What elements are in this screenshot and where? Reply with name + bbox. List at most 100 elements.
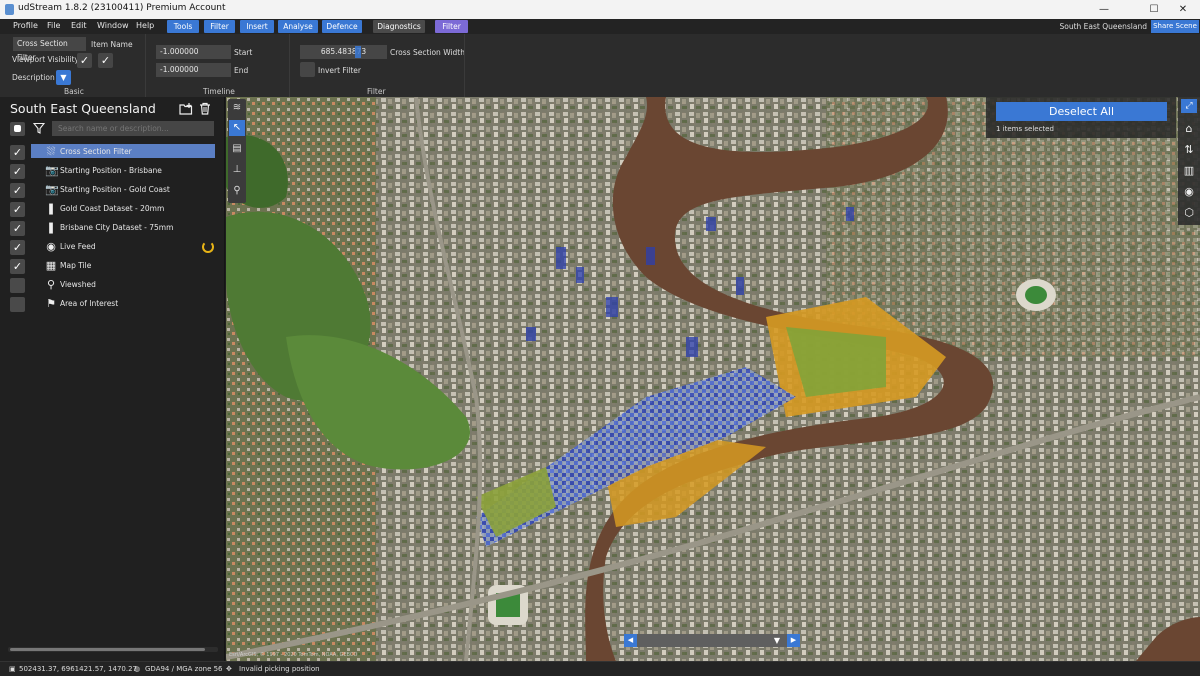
visibility-checkbox[interactable]: ✓: [10, 221, 25, 236]
map-book-icon[interactable]: ▥: [1181, 163, 1197, 179]
check-icon: ✓: [12, 146, 23, 159]
selected-count: 1 items selected: [996, 125, 1054, 133]
visibility-checkbox[interactable]: ✓: [10, 240, 25, 255]
menu-profile[interactable]: Profile: [13, 21, 38, 30]
tab-tools[interactable]: Tools: [167, 20, 199, 33]
visibility-checkbox[interactable]: ✓: [10, 145, 25, 160]
cross-section-width-slider[interactable]: 685.483873: [300, 45, 387, 59]
scene-item[interactable]: ⚑ Area of Interest: [0, 295, 225, 314]
cube-icon[interactable]: ⬡: [1181, 205, 1197, 221]
status-bar: ▣ 502431.37, 6961421.57, 1470.27 ◍ GDA94…: [0, 661, 1200, 676]
description-dropdown-button[interactable]: ▼: [56, 70, 71, 85]
globe-icon: ◍: [134, 665, 141, 673]
menu-window[interactable]: Window: [97, 21, 129, 30]
menu-help[interactable]: Help: [136, 21, 154, 30]
select-all-toggle[interactable]: [10, 122, 25, 136]
tab-filter[interactable]: Filter: [204, 20, 235, 33]
basic-group-label: Basic: [64, 87, 84, 96]
measure-icon[interactable]: ⇅: [1181, 142, 1197, 158]
invert-filter-checkbox[interactable]: [300, 62, 315, 77]
pointcloud-icon: ❚: [46, 202, 56, 215]
picking-status: Invalid picking position: [239, 665, 320, 673]
timeline-marker-icon[interactable]: ▼: [772, 634, 782, 647]
tab-insert[interactable]: Insert: [240, 20, 274, 33]
share-scene-button[interactable]: Share Scene: [1151, 20, 1199, 33]
item-name-input[interactable]: Cross Section Filter: [13, 37, 86, 62]
timeline-start-label: Start: [234, 48, 253, 57]
timeline-end-label: End: [234, 66, 249, 75]
scene-item-label: Viewshed: [60, 280, 96, 289]
close-button[interactable]: ✕: [1166, 0, 1200, 19]
loading-spinner-icon: [202, 241, 214, 253]
visibility-checkbox[interactable]: ✓: [10, 183, 25, 198]
filter-icon[interactable]: [32, 122, 46, 134]
tab-filter-context[interactable]: Filter: [435, 20, 468, 33]
tab-analyse[interactable]: Analyse: [278, 20, 318, 33]
scene-item[interactable]: ⚲ Viewshed: [0, 276, 225, 295]
scene-item[interactable]: ✓ ▦ Map Tile: [0, 257, 225, 276]
visibility-checkbox[interactable]: [10, 297, 25, 312]
3d-viewport[interactable]: ≋ ↖ ▤ ⊥ ⚲ Deselect All 1 items selected …: [226, 97, 1200, 661]
play-forward-icon[interactable]: ▶: [787, 634, 800, 647]
scene-item-label: Starting Position - Brisbane: [60, 166, 162, 175]
check-icon: ✓: [12, 241, 23, 254]
tab-diagnostics[interactable]: Diagnostics: [373, 20, 425, 33]
check-icon: ✓: [12, 222, 23, 235]
coordinates-icon: ▣: [9, 665, 16, 673]
scene-item[interactable]: ✓ 📷 Starting Position - Gold Coast: [0, 181, 225, 200]
scene-explorer-title: South East Queensland: [10, 101, 156, 116]
compass-icon[interactable]: ⤢: [1181, 99, 1197, 113]
home-icon[interactable]: ⌂: [1181, 121, 1197, 137]
scene-item-label: Live Feed: [60, 242, 96, 251]
check-icon: ✓: [100, 54, 111, 67]
live-feed-icon: ◉: [46, 240, 56, 253]
viewport-visibility-checkbox[interactable]: ✓: [77, 53, 92, 68]
square-icon: [14, 125, 21, 132]
minimize-button[interactable]: —: [1087, 0, 1121, 19]
scene-explorer: South East Queensland ✓ ⛆ Cross Section Fi…: [0, 97, 225, 661]
scene-item[interactable]: ✓ ◉ Live Feed: [0, 238, 225, 257]
slider-handle[interactable]: [355, 46, 361, 58]
visibility-checkbox[interactable]: ✓: [10, 164, 25, 179]
viewport-visibility-checkbox-2[interactable]: ✓: [98, 53, 113, 68]
pointcloud-icon: ❚: [46, 221, 56, 234]
cross-section-width-label: Cross Section Width: [390, 48, 465, 57]
scene-item[interactable]: ✓ ⛆ Cross Section Filter: [0, 143, 225, 162]
eye-icon[interactable]: ◉: [1181, 184, 1197, 200]
ribbon-divider: [145, 34, 146, 97]
scrollbar-thumb[interactable]: [10, 648, 205, 651]
chevron-down-icon: ▼: [60, 73, 67, 82]
check-icon: ✓: [12, 184, 23, 197]
check-icon: ✓: [79, 54, 90, 67]
scene-item-label: Area of Interest: [60, 299, 119, 308]
deselect-all-button[interactable]: Deselect All: [996, 102, 1167, 121]
horizontal-scrollbar[interactable]: [8, 647, 218, 652]
timeline-end-input[interactable]: -1.000000: [156, 63, 231, 77]
scene-search-input[interactable]: [52, 121, 214, 136]
play-back-icon[interactable]: ◀: [624, 634, 637, 647]
scene-item-label: Map Tile: [60, 261, 92, 270]
scene-item-label: Brisbane City Dataset - 75mm: [60, 223, 174, 232]
viewport-visibility-label: Viewport Visibility: [12, 55, 79, 64]
scene-item[interactable]: ✓ ❚ Brisbane City Dataset - 75mm: [0, 219, 225, 238]
gizmo-icon[interactable]: ⊥: [230, 163, 244, 177]
timeline-start-input[interactable]: -1.000000: [156, 45, 231, 59]
map-attribution: Esri/ArcGIS, © 1997 - 2020 TomTom, NOAA,…: [229, 652, 358, 658]
layers-icon[interactable]: ≋: [230, 101, 244, 115]
visibility-checkbox[interactable]: [10, 278, 25, 293]
pin-icon[interactable]: ⚲: [230, 184, 244, 198]
menu-edit[interactable]: Edit: [71, 21, 87, 30]
visibility-checkbox[interactable]: ✓: [10, 259, 25, 274]
picking-icon: ✥: [226, 665, 232, 673]
cursor-icon[interactable]: ↖: [229, 120, 245, 136]
scene-item[interactable]: ✓ ❚ Gold Coast Dataset - 20mm: [0, 200, 225, 219]
document-icon[interactable]: ▤: [230, 142, 244, 156]
menu-file[interactable]: File: [47, 21, 60, 30]
tab-defence[interactable]: Defence: [322, 20, 362, 33]
scene-item-label: Cross Section Filter: [60, 147, 132, 156]
visibility-checkbox[interactable]: ✓: [10, 202, 25, 217]
new-folder-icon[interactable]: [179, 102, 193, 115]
delete-icon[interactable]: [199, 102, 211, 115]
scene-item[interactable]: ✓ 📷 Starting Position - Brisbane: [0, 162, 225, 181]
cross-section-icon: ⛆: [46, 145, 56, 158]
